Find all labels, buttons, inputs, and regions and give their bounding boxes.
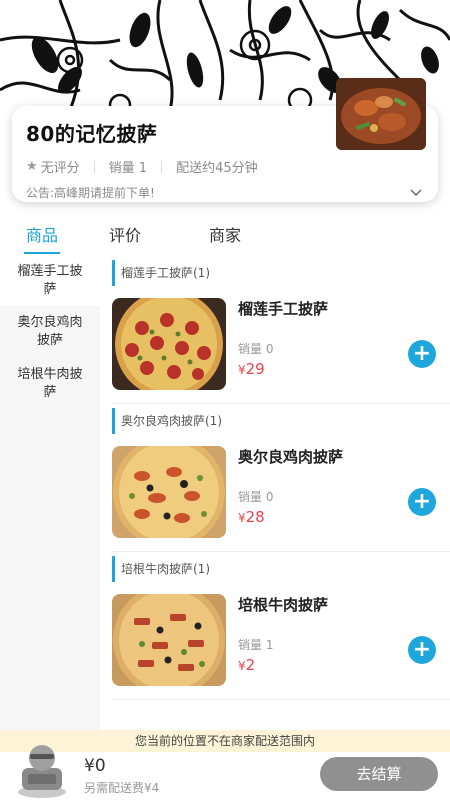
divider bbox=[93, 160, 95, 173]
sidebar-item-orleans-chicken-pizza[interactable]: 奥尔良鸡肉披萨 bbox=[0, 306, 100, 358]
delivery-time: 配送约45分钟 bbox=[176, 161, 258, 176]
product-price: ¥2 bbox=[238, 656, 255, 674]
currency-symbol: ¥ bbox=[238, 511, 246, 525]
product-sales: 销量 1 bbox=[238, 638, 274, 652]
section-title: 榴莲手工披萨(1) bbox=[112, 260, 450, 286]
cart-icon[interactable] bbox=[14, 738, 70, 798]
product-list: 榴莲手工披萨(1) 榴莲手工披萨 销量 0 ¥29 + 奥尔良鸡肉披萨(1) 奥… bbox=[100, 256, 450, 730]
delivery-fee-note: 另需配送费¥4 bbox=[84, 781, 160, 795]
product-price: ¥29 bbox=[238, 360, 265, 378]
tab-merchant[interactable]: 商家 bbox=[209, 222, 241, 246]
shop-info-card: 80的记忆披萨 ★ 无评分 销量 1 配送约45分钟 公告:高峰期请提前下单! bbox=[12, 78, 438, 202]
currency-symbol: ¥ bbox=[238, 363, 246, 377]
shop-logo-image bbox=[336, 78, 426, 150]
shop-sales: 销量 1 bbox=[108, 161, 148, 176]
tab-reviews[interactable]: 评价 bbox=[109, 222, 141, 246]
shop-rating: 无评分 bbox=[40, 161, 80, 176]
shop-notice-row[interactable]: 公告:高峰期请提前下单! bbox=[26, 184, 424, 201]
product-image bbox=[112, 298, 226, 390]
chevron-down-icon[interactable] bbox=[410, 186, 422, 200]
list-item[interactable]: 榴莲手工披萨 销量 0 ¥29 + bbox=[112, 286, 450, 404]
shop-notice: 公告:高峰期请提前下单! bbox=[26, 186, 155, 200]
product-name: 奥尔良鸡肉披萨 bbox=[238, 448, 344, 466]
shop-meta-row: ★ 无评分 销量 1 配送约45分钟 bbox=[26, 157, 424, 176]
list-item[interactable]: 奥尔良鸡肉披萨 销量 0 ¥28 + bbox=[112, 434, 450, 552]
cart-total: ¥0 bbox=[84, 756, 106, 776]
product-image bbox=[112, 446, 226, 538]
add-to-cart-button[interactable]: + bbox=[408, 340, 436, 368]
sidebar-item-bacon-beef-pizza[interactable]: 培根牛肉披萨 bbox=[0, 358, 100, 410]
product-name: 培根牛肉披萨 bbox=[238, 596, 329, 614]
star-icon: ★ bbox=[26, 159, 38, 174]
product-sales: 销量 0 bbox=[238, 490, 274, 504]
cart-bar: ¥0 另需配送费¥4 去结算 bbox=[0, 745, 450, 800]
price-value: 28 bbox=[245, 508, 265, 526]
currency-symbol: ¥ bbox=[238, 659, 246, 673]
list-item[interactable]: 培根牛肉披萨 销量 1 ¥2 + bbox=[112, 582, 450, 700]
divider bbox=[161, 160, 163, 173]
add-to-cart-button[interactable]: + bbox=[408, 488, 436, 516]
section-title: 培根牛肉披萨(1) bbox=[112, 556, 450, 582]
product-price: ¥28 bbox=[238, 508, 265, 526]
tab-bar: 商品 评价 商家 bbox=[0, 212, 450, 256]
category-sidebar: 榴莲手工披萨 奥尔良鸡肉披萨 培根牛肉披萨 bbox=[0, 256, 100, 730]
tab-products[interactable]: 商品 bbox=[23, 222, 61, 254]
product-name: 榴莲手工披萨 bbox=[238, 300, 329, 318]
sidebar-item-durian-pizza[interactable]: 榴莲手工披萨 bbox=[0, 256, 100, 306]
price-value: 29 bbox=[245, 360, 265, 378]
product-image bbox=[112, 594, 226, 686]
add-to-cart-button[interactable]: + bbox=[408, 636, 436, 664]
checkout-button[interactable]: 去结算 bbox=[320, 757, 438, 791]
price-value: 2 bbox=[245, 656, 256, 674]
section-title: 奥尔良鸡肉披萨(1) bbox=[112, 408, 450, 434]
product-sales: 销量 0 bbox=[238, 342, 274, 356]
